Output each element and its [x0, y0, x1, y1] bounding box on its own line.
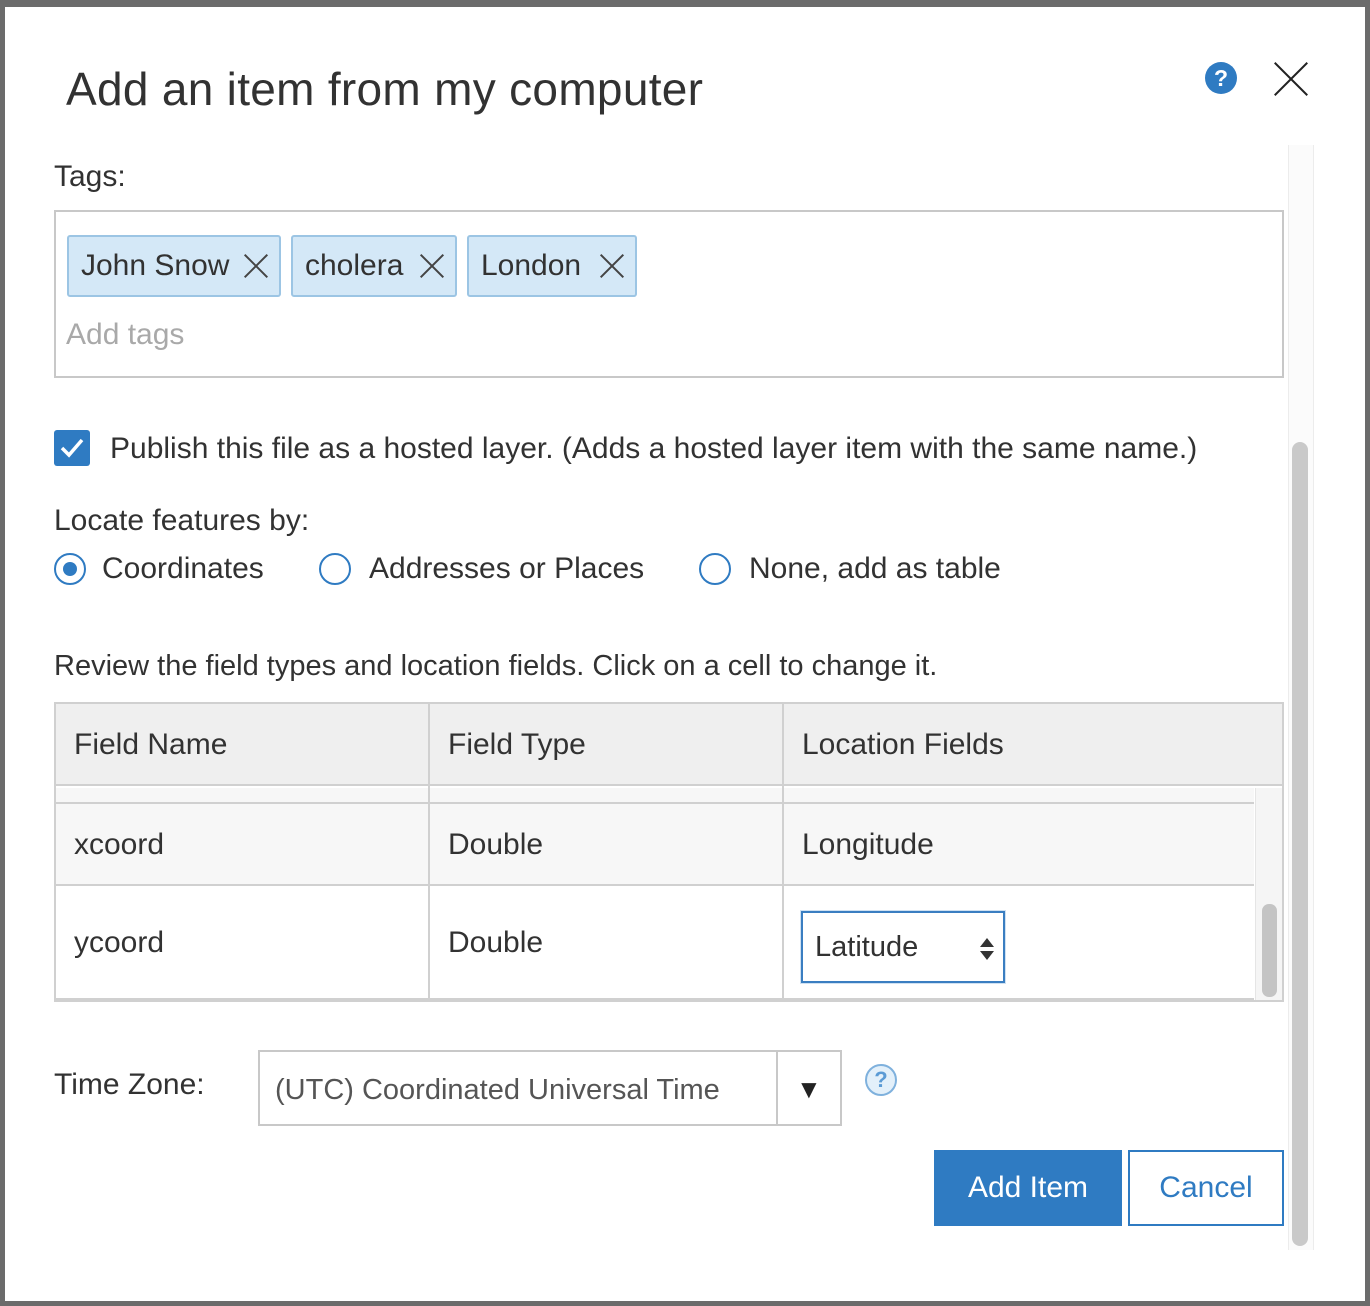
location-field-select-value: Latitude [815, 931, 919, 963]
radio-label-none-table[interactable]: None, add as table [749, 552, 1001, 586]
column-divider [428, 704, 430, 1000]
tag-chip: John Snow [67, 235, 281, 297]
cell-location-field[interactable]: Longitude [802, 828, 934, 862]
remove-tag-icon[interactable] [419, 253, 445, 279]
table-row[interactable] [56, 886, 1254, 1000]
tag-label: London [481, 249, 582, 282]
cell-field-name[interactable]: xcoord [74, 828, 164, 862]
table-scrollbar-thumb[interactable] [1262, 904, 1277, 997]
help-icon[interactable]: ? [1205, 62, 1237, 94]
column-header-field-name[interactable]: Field Name [74, 728, 227, 762]
timezone-value: (UTC) Coordinated Universal Time [275, 1074, 720, 1106]
timezone-select[interactable]: (UTC) Coordinated Universal Time ▼ [258, 1050, 842, 1126]
radio-label-coordinates[interactable]: Coordinates [102, 552, 264, 586]
timezone-help-icon[interactable]: ? [865, 1064, 897, 1096]
radio-coordinates[interactable] [54, 553, 86, 585]
cancel-button[interactable]: Cancel [1128, 1150, 1284, 1226]
tags-input[interactable]: John Snow cholera London Add tags [54, 210, 1284, 378]
radio-none-table[interactable] [699, 553, 731, 585]
table-row-partial [56, 788, 1254, 804]
publish-checkbox[interactable] [54, 430, 90, 466]
column-header-field-type[interactable]: Field Type [448, 728, 586, 762]
radio-label-addresses[interactable]: Addresses or Places [369, 552, 644, 586]
sort-arrows-icon [980, 938, 994, 960]
location-field-select[interactable]: Latitude [801, 911, 1005, 983]
select-divider [776, 1052, 778, 1124]
add-item-button[interactable]: Add Item [934, 1150, 1122, 1226]
tag-label: John Snow [81, 249, 230, 282]
column-header-location-fields[interactable]: Location Fields [802, 728, 1004, 762]
tag-chip: cholera [291, 235, 457, 297]
cell-field-type[interactable]: Double [448, 828, 543, 862]
tag-chip: London [467, 235, 637, 297]
remove-tag-icon[interactable] [599, 253, 625, 279]
publish-label[interactable]: Publish this file as a hosted layer. (Ad… [110, 432, 1197, 466]
fields-instructions: Review the field types and location fiel… [54, 650, 938, 682]
dialog-scrollbar-thumb[interactable] [1292, 442, 1308, 1246]
locate-label: Locate features by: [54, 504, 310, 537]
checkmark-icon [60, 438, 84, 458]
table-row[interactable] [56, 804, 1254, 886]
radio-addresses[interactable] [319, 553, 351, 585]
column-divider [782, 704, 784, 1000]
cell-field-name[interactable]: ycoord [74, 926, 164, 960]
tags-placeholder[interactable]: Add tags [66, 318, 184, 352]
dialog-title: Add an item from my computer [66, 63, 704, 115]
timezone-label: Time Zone: [54, 1068, 205, 1101]
remove-tag-icon[interactable] [243, 253, 269, 279]
cell-field-type[interactable]: Double [448, 926, 543, 960]
fields-table: Field Name Field Type Location Fields xc… [54, 702, 1284, 1002]
tag-label: cholera [305, 249, 404, 282]
dropdown-arrow-icon: ▼ [796, 1074, 822, 1104]
tags-label: Tags: [54, 160, 126, 193]
close-icon[interactable] [1270, 58, 1312, 100]
table-header [56, 704, 1282, 786]
